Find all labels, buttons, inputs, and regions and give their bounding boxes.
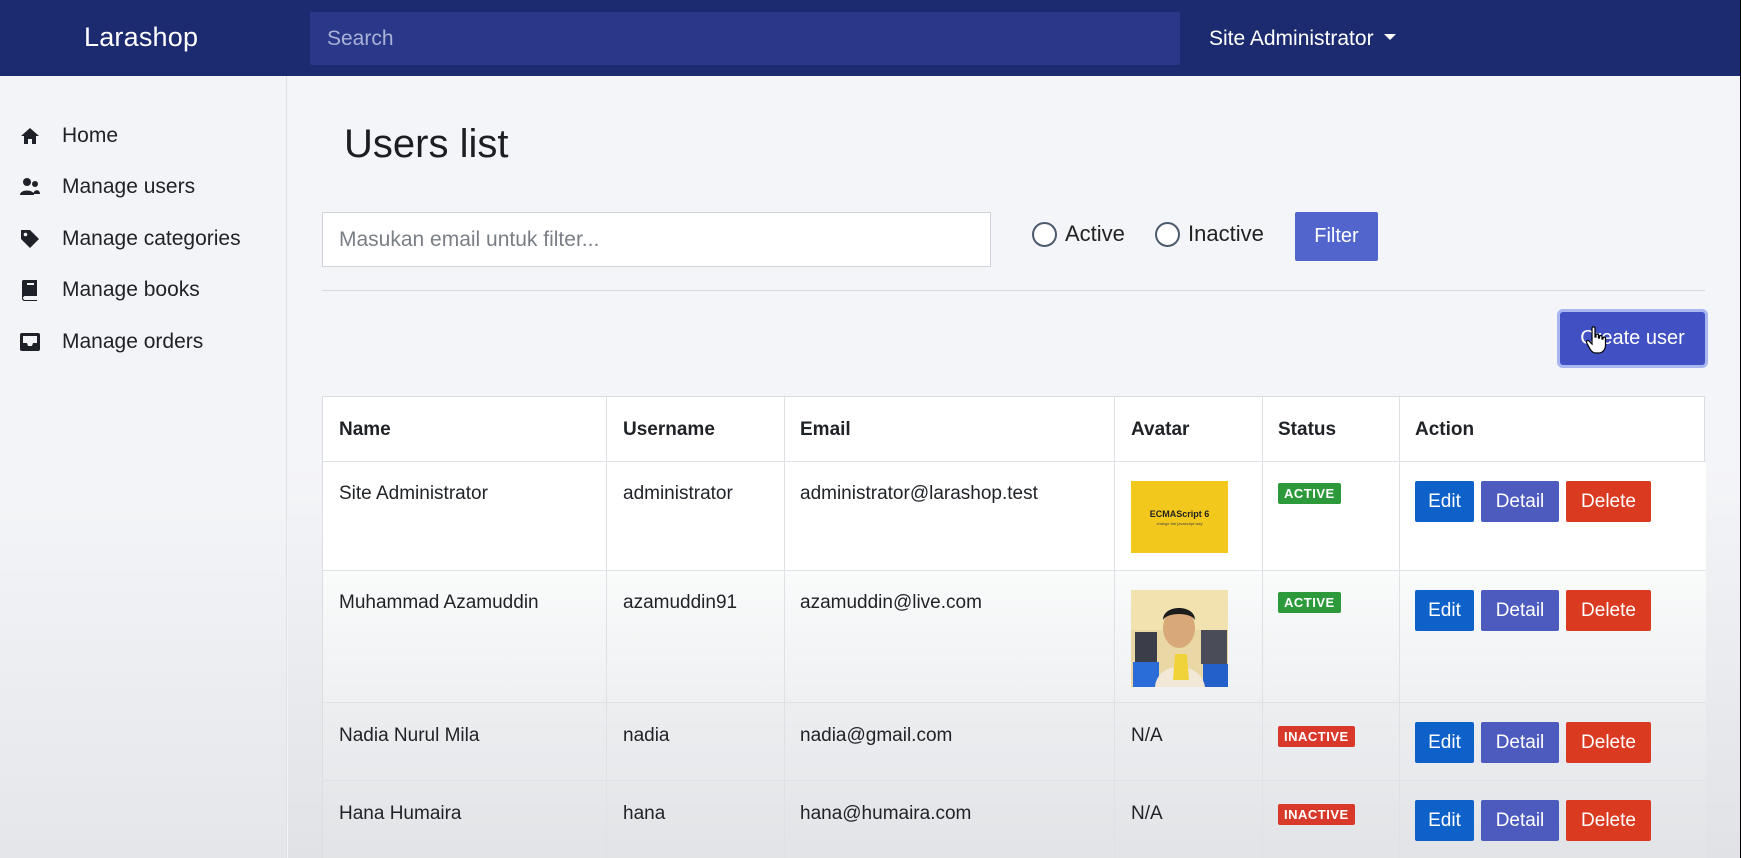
avatar-text: ECMAScript 6	[1149, 508, 1210, 519]
search-input[interactable]	[310, 12, 1180, 65]
radio-circle	[1032, 221, 1057, 247]
sidebar-item-manage-books[interactable]: Manage books	[18, 275, 200, 305]
delete-button[interactable]: Delete	[1566, 590, 1651, 631]
create-user-button[interactable]: Create user	[1560, 312, 1705, 365]
cell-name: Nadia Nurul Mila	[339, 725, 480, 746]
radio-inactive-label: Inactive	[1188, 221, 1264, 246]
detail-button[interactable]: Detail	[1481, 800, 1559, 841]
status-badge: INACTIVE	[1278, 804, 1355, 825]
cell-username: hana	[623, 803, 666, 824]
radio-inactive[interactable]: Inactive	[1155, 221, 1264, 247]
user-menu-dropdown[interactable]: Site Administrator	[1209, 27, 1396, 51]
cell-email: nadia@gmail.com	[800, 725, 953, 746]
sidebar-item-manage-orders[interactable]: Manage orders	[18, 327, 203, 357]
cell-username: azamuddin91	[623, 592, 738, 613]
delete-button[interactable]: Delete	[1566, 481, 1651, 522]
header-action: Action	[1415, 419, 1475, 440]
detail-button[interactable]: Detail	[1481, 481, 1559, 522]
status-badge: INACTIVE	[1278, 726, 1355, 747]
header-email: Email	[800, 419, 851, 440]
edit-button[interactable]: Edit	[1415, 481, 1474, 522]
delete-button[interactable]: Delete	[1566, 722, 1651, 763]
brand-logo[interactable]: Larashop	[84, 22, 198, 53]
column-divider	[1262, 397, 1263, 858]
users-table: Name Username Email Avatar Status Action…	[322, 396, 1706, 858]
detail-button[interactable]: Detail	[1481, 590, 1559, 631]
sidebar-item-label: Manage categories	[62, 227, 241, 250]
page-title: Users list	[344, 122, 509, 166]
sidebar-item-label: Manage books	[62, 278, 200, 301]
email-filter-input[interactable]	[322, 212, 991, 267]
caret-down-icon	[1383, 34, 1396, 41]
home-icon	[18, 124, 42, 148]
main-content: Users list Active Inactive Filter Create…	[288, 76, 1740, 858]
row-divider	[323, 461, 1706, 462]
column-divider	[1399, 397, 1400, 858]
app-screen: Larashop Site Administrator Home Manage …	[0, 0, 1740, 858]
sidebar: Home Manage users Manage categories Mana…	[0, 76, 287, 858]
sidebar-item-manage-users[interactable]: Manage users	[18, 172, 195, 202]
cell-username: administrator	[623, 483, 733, 504]
edit-button[interactable]: Edit	[1415, 590, 1474, 631]
avatar-subtext: change the javascript way	[1156, 520, 1203, 526]
cell-email: azamuddin@live.com	[800, 592, 982, 613]
radio-active[interactable]: Active	[1032, 221, 1125, 247]
user-menu-label: Site Administrator	[1209, 27, 1374, 50]
cell-name: Muhammad Azamuddin	[339, 592, 539, 613]
sidebar-item-label: Home	[62, 124, 119, 147]
sidebar-item-label: Manage orders	[62, 330, 204, 353]
cell-username: nadia	[623, 725, 670, 746]
status-badge: ACTIVE	[1278, 592, 1341, 613]
cell-name: Site Administrator	[339, 483, 488, 504]
cell-avatar: N/A	[1131, 725, 1163, 746]
sidebar-item-label: Manage users	[62, 175, 196, 198]
cell-avatar: N/A	[1131, 803, 1163, 824]
sidebar-item-home[interactable]: Home	[18, 121, 118, 151]
book-icon	[18, 278, 42, 302]
cell-name: Hana Humaira	[339, 803, 462, 824]
cell-email: hana@humaira.com	[800, 803, 972, 824]
sidebar-item-manage-categories[interactable]: Manage categories	[18, 224, 241, 254]
column-divider	[784, 397, 785, 858]
header-name: Name	[339, 419, 391, 440]
detail-button[interactable]: Detail	[1481, 722, 1559, 763]
hand-cursor-icon	[1585, 326, 1607, 354]
row-divider	[323, 702, 1706, 703]
header-avatar: Avatar	[1131, 419, 1190, 440]
delete-button[interactable]: Delete	[1566, 800, 1651, 841]
avatar-image	[1131, 590, 1228, 687]
radio-active-label: Active	[1065, 221, 1125, 246]
inbox-icon	[18, 330, 42, 354]
tag-icon	[18, 227, 42, 251]
edit-button[interactable]: Edit	[1415, 800, 1474, 841]
column-divider	[606, 397, 607, 858]
filter-button[interactable]: Filter	[1295, 212, 1378, 261]
column-divider	[1114, 397, 1115, 858]
row-divider	[323, 570, 1706, 571]
cell-email: administrator@larashop.test	[800, 483, 1038, 504]
header-status: Status	[1278, 419, 1337, 440]
avatar-image: ECMAScript 6 change the javascript way	[1131, 481, 1228, 553]
divider	[322, 290, 1705, 291]
row-divider	[323, 780, 1706, 781]
status-badge: ACTIVE	[1278, 483, 1341, 504]
header-username: Username	[623, 419, 715, 440]
edit-button[interactable]: Edit	[1415, 722, 1474, 763]
users-icon	[18, 175, 42, 199]
radio-circle	[1155, 221, 1180, 247]
top-navbar: Larashop Site Administrator	[0, 0, 1740, 76]
